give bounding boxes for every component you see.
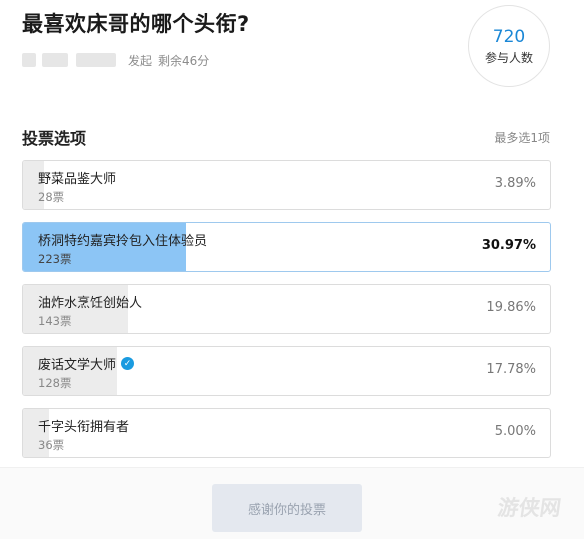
poll-remaining-time: 剩余46分 — [158, 53, 210, 68]
option-vote-count: 143票 — [38, 314, 72, 328]
author-avatar-blurred — [22, 53, 36, 67]
option-percentage: 5.00% — [494, 424, 536, 439]
author-name-blurred — [42, 53, 68, 67]
option-percentage: 30.97% — [481, 238, 536, 253]
poll-title: 最喜欢床哥的哪个头衔? — [22, 12, 250, 36]
options-section-title: 投票选项 — [22, 129, 87, 148]
participant-count-badge: 720 参与人数 — [468, 5, 550, 87]
option-label-text: 千字头衔拥有者 — [38, 420, 130, 435]
option-label: 桥洞特约嘉宾拎包入住体验员 — [38, 230, 207, 249]
option-vote-count: 223票 — [38, 252, 72, 266]
option-label: 废话文学大师 ✓ — [38, 354, 135, 373]
poll-option[interactable]: 废话文学大师 ✓ 128票 17.78% — [22, 346, 551, 396]
option-label-text: 油炸水烹饪创始人 — [38, 296, 143, 311]
option-label-text: 野菜品鉴大师 — [38, 172, 117, 187]
option-percentage: 19.86% — [486, 300, 536, 315]
poll-status: 发起 — [128, 53, 153, 68]
watermark-logo: 游侠网 — [496, 496, 563, 520]
option-label-text: 废话文学大师 — [38, 358, 117, 373]
option-label: 野菜品鉴大师 — [38, 168, 116, 187]
poll-options-list: 野菜品鉴大师 28票 3.89% 桥洞特约嘉宾拎包入住体验员 223票 30.97% 油炸水… — [22, 160, 551, 470]
poll-option[interactable]: 野菜品鉴大师 28票 3.89% — [22, 160, 551, 210]
thanks-for-voting-button[interactable]: 感谢你的投票 — [212, 484, 362, 532]
poll-option[interactable]: 桥洞特约嘉宾拎包入住体验员 223票 30.97% — [22, 222, 551, 272]
verified-check-icon: ✓ — [121, 357, 135, 370]
options-header: 投票选项 最多选1项 — [22, 125, 550, 149]
author-name-blurred-2 — [76, 53, 116, 67]
option-label: 千字头衔拥有者 — [38, 416, 129, 435]
option-label: 油炸水烹饪创始人 — [38, 292, 142, 311]
option-label-text: 桥洞特约嘉宾拎包入住体验员 — [38, 234, 208, 249]
poll-option[interactable]: 千字头衔拥有者 36票 5.00% — [22, 408, 551, 458]
options-selection-limit: 最多选1项 — [494, 130, 550, 145]
participant-count-label: 参与人数 — [484, 51, 533, 65]
poll-footer: 感谢你的投票 游侠网 — [0, 467, 584, 539]
option-vote-count: 28票 — [38, 190, 65, 204]
option-vote-count: 128票 — [38, 376, 72, 390]
option-percentage: 17.78% — [486, 362, 536, 377]
poll-option[interactable]: 油炸水烹饪创始人 143票 19.86% — [22, 284, 551, 334]
option-percentage: 3.89% — [494, 176, 536, 191]
option-vote-count: 36票 — [38, 438, 65, 452]
poll-meta: 发起 剩余46分 — [22, 50, 209, 70]
participant-count: 720 — [492, 27, 526, 47]
